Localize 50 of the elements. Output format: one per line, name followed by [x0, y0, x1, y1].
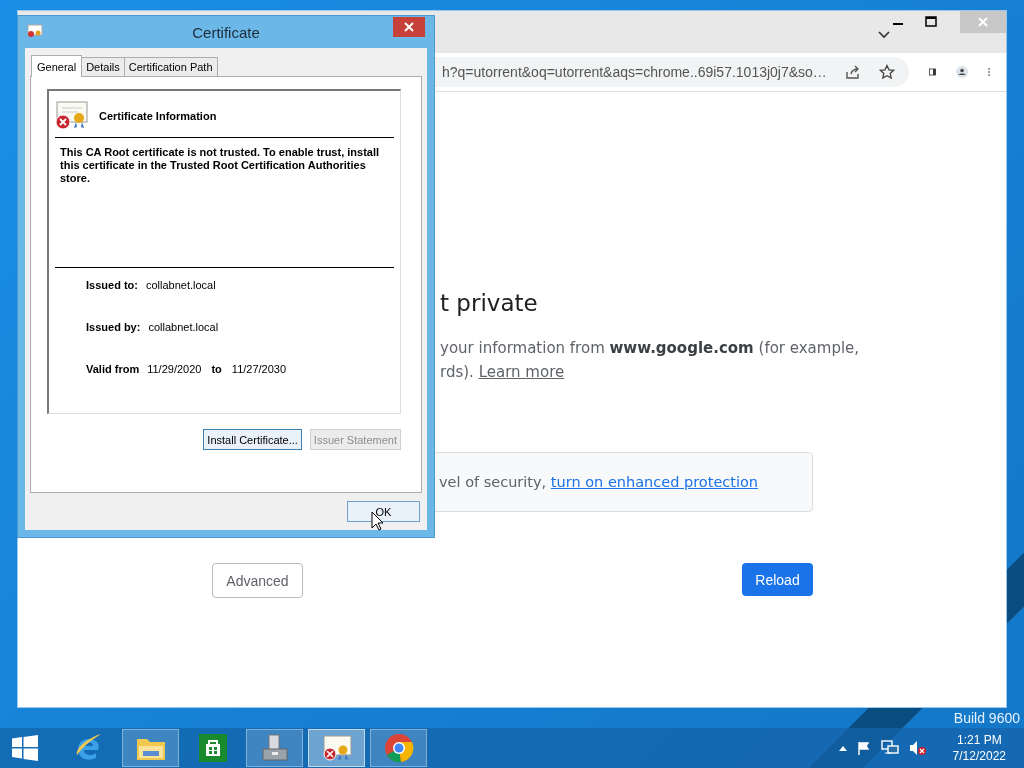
learn-more-link[interactable]: Learn more [478, 363, 565, 381]
build-text: Build 9600 [953, 710, 1020, 726]
shopping-bag-icon [198, 734, 227, 762]
field-label: Issued to: [86, 279, 138, 291]
window-title: Certificate [191, 23, 261, 41]
reload-button[interactable]: Reload [742, 563, 813, 596]
close-icon [977, 16, 989, 28]
share-icon[interactable] [844, 64, 861, 80]
network-icon[interactable] [880, 740, 899, 756]
field-value: collabnet.local [145, 279, 216, 291]
field-label: Issued by: [86, 321, 141, 333]
maximize-icon[interactable] [925, 16, 937, 28]
tab[interactable]: Certification Path [123, 57, 218, 76]
clock-date[interactable]: 7/12/2022 [952, 748, 1006, 764]
up-arrow-icon[interactable] [838, 745, 847, 751]
field-value: collabnet.local [148, 321, 219, 333]
clock-time[interactable]: 1:21 PM [956, 732, 1002, 748]
toolbox-icon [259, 733, 290, 763]
muted-speaker-icon[interactable] [908, 740, 927, 756]
field-label: to [211, 363, 222, 375]
trust-message: This CA Root certificate is not trusted. To enable trust, install this certificate in the Trusted Root Certification Authorities store. [60, 146, 381, 185]
taskbar-app[interactable] [308, 729, 365, 767]
tab[interactable]: General [31, 55, 83, 77]
certificate-icon [27, 24, 43, 38]
advanced-button[interactable]: Advanced [212, 563, 303, 598]
protection-text: vel of security, [439, 474, 547, 490]
field-value: 11/29/2020 [147, 363, 202, 375]
section-title: Certificate Information [99, 110, 217, 122]
certificate-icon [320, 734, 353, 762]
paragraph-line: your information from www.google.com (for example, [440, 338, 860, 359]
taskbar-app[interactable] [246, 729, 303, 767]
star-icon[interactable] [878, 64, 895, 80]
close-button[interactable] [393, 17, 425, 37]
taskbar-app[interactable] [122, 729, 179, 767]
close-icon [404, 22, 414, 32]
dialog-button[interactable]: Install Certificate... [203, 429, 302, 450]
field-value: 11/27/2030 [231, 363, 287, 375]
windows-logo-icon[interactable] [12, 735, 38, 761]
field-label: Valid from [86, 363, 140, 375]
taskbar-app[interactable] [370, 729, 427, 767]
tab[interactable]: Details [81, 57, 125, 76]
ok-button[interactable]: OK [347, 501, 420, 522]
enhanced-protection-link[interactable]: turn on enhanced protection [550, 474, 759, 490]
flag-icon[interactable] [856, 741, 871, 755]
certificate-error-icon [55, 101, 89, 131]
chevron-icon[interactable] [878, 31, 890, 39]
sidebar-icon[interactable] [928, 65, 936, 79]
paragraph-line: rds). [440, 363, 474, 381]
page-heading: t private [440, 290, 539, 316]
chrome-icon [383, 733, 414, 763]
